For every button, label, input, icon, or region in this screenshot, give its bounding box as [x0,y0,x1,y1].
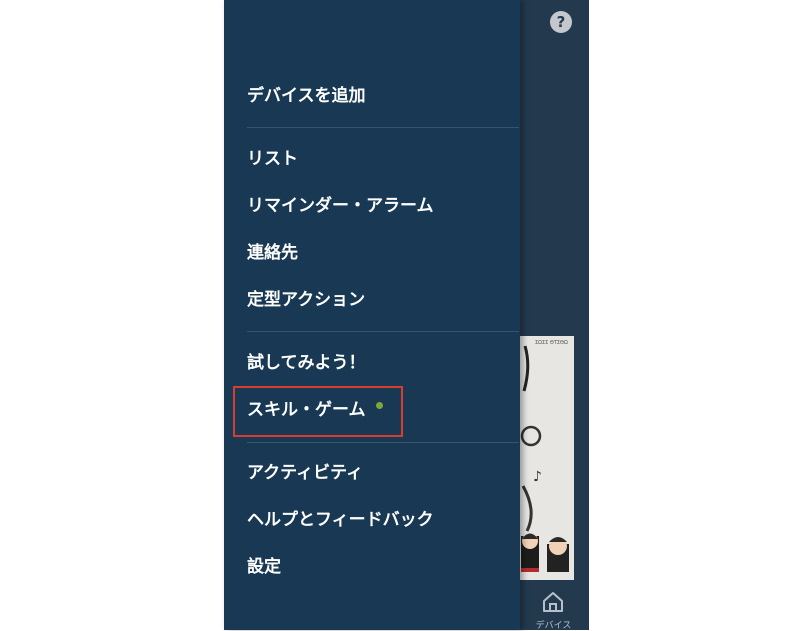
background-content-card: ΣΩΣΣ ΘΤΣΘΩ ♪ [519,336,574,580]
navigation-drawer: デバイスを追加 リスト リマインダー・アラーム 連絡先 定型アクション 試してみ… [224,0,520,630]
menu-item-routines[interactable]: 定型アクション [247,288,365,312]
menu-divider [247,442,519,443]
menu-item-contacts[interactable]: 連絡先 [247,241,298,265]
menu-item-reminders-alarms[interactable]: リマインダー・アラーム [247,194,434,218]
menu-item-settings[interactable]: 設定 [247,555,281,579]
menu-item-activity[interactable]: アクティビティ [247,461,363,485]
menu-item-help-feedback[interactable]: ヘルプとフィードバック [247,508,434,532]
menu-divider [247,127,519,128]
home-icon[interactable] [541,590,565,614]
tab-devices-label[interactable]: デバイス [519,618,588,631]
menu-item-things-to-try[interactable]: 試してみよう！ [247,351,366,375]
menu-item-lists[interactable]: リスト [247,147,298,171]
menu-item-add-device[interactable]: デバイスを追加 [247,84,366,108]
highlight-annotation-box [233,386,403,437]
help-icon[interactable]: ? [550,11,572,33]
bottom-navigation: デバイス [519,580,588,631]
card-illustration: ♪ [520,345,569,572]
svg-text:♪: ♪ [533,469,542,485]
menu-divider [247,331,519,332]
